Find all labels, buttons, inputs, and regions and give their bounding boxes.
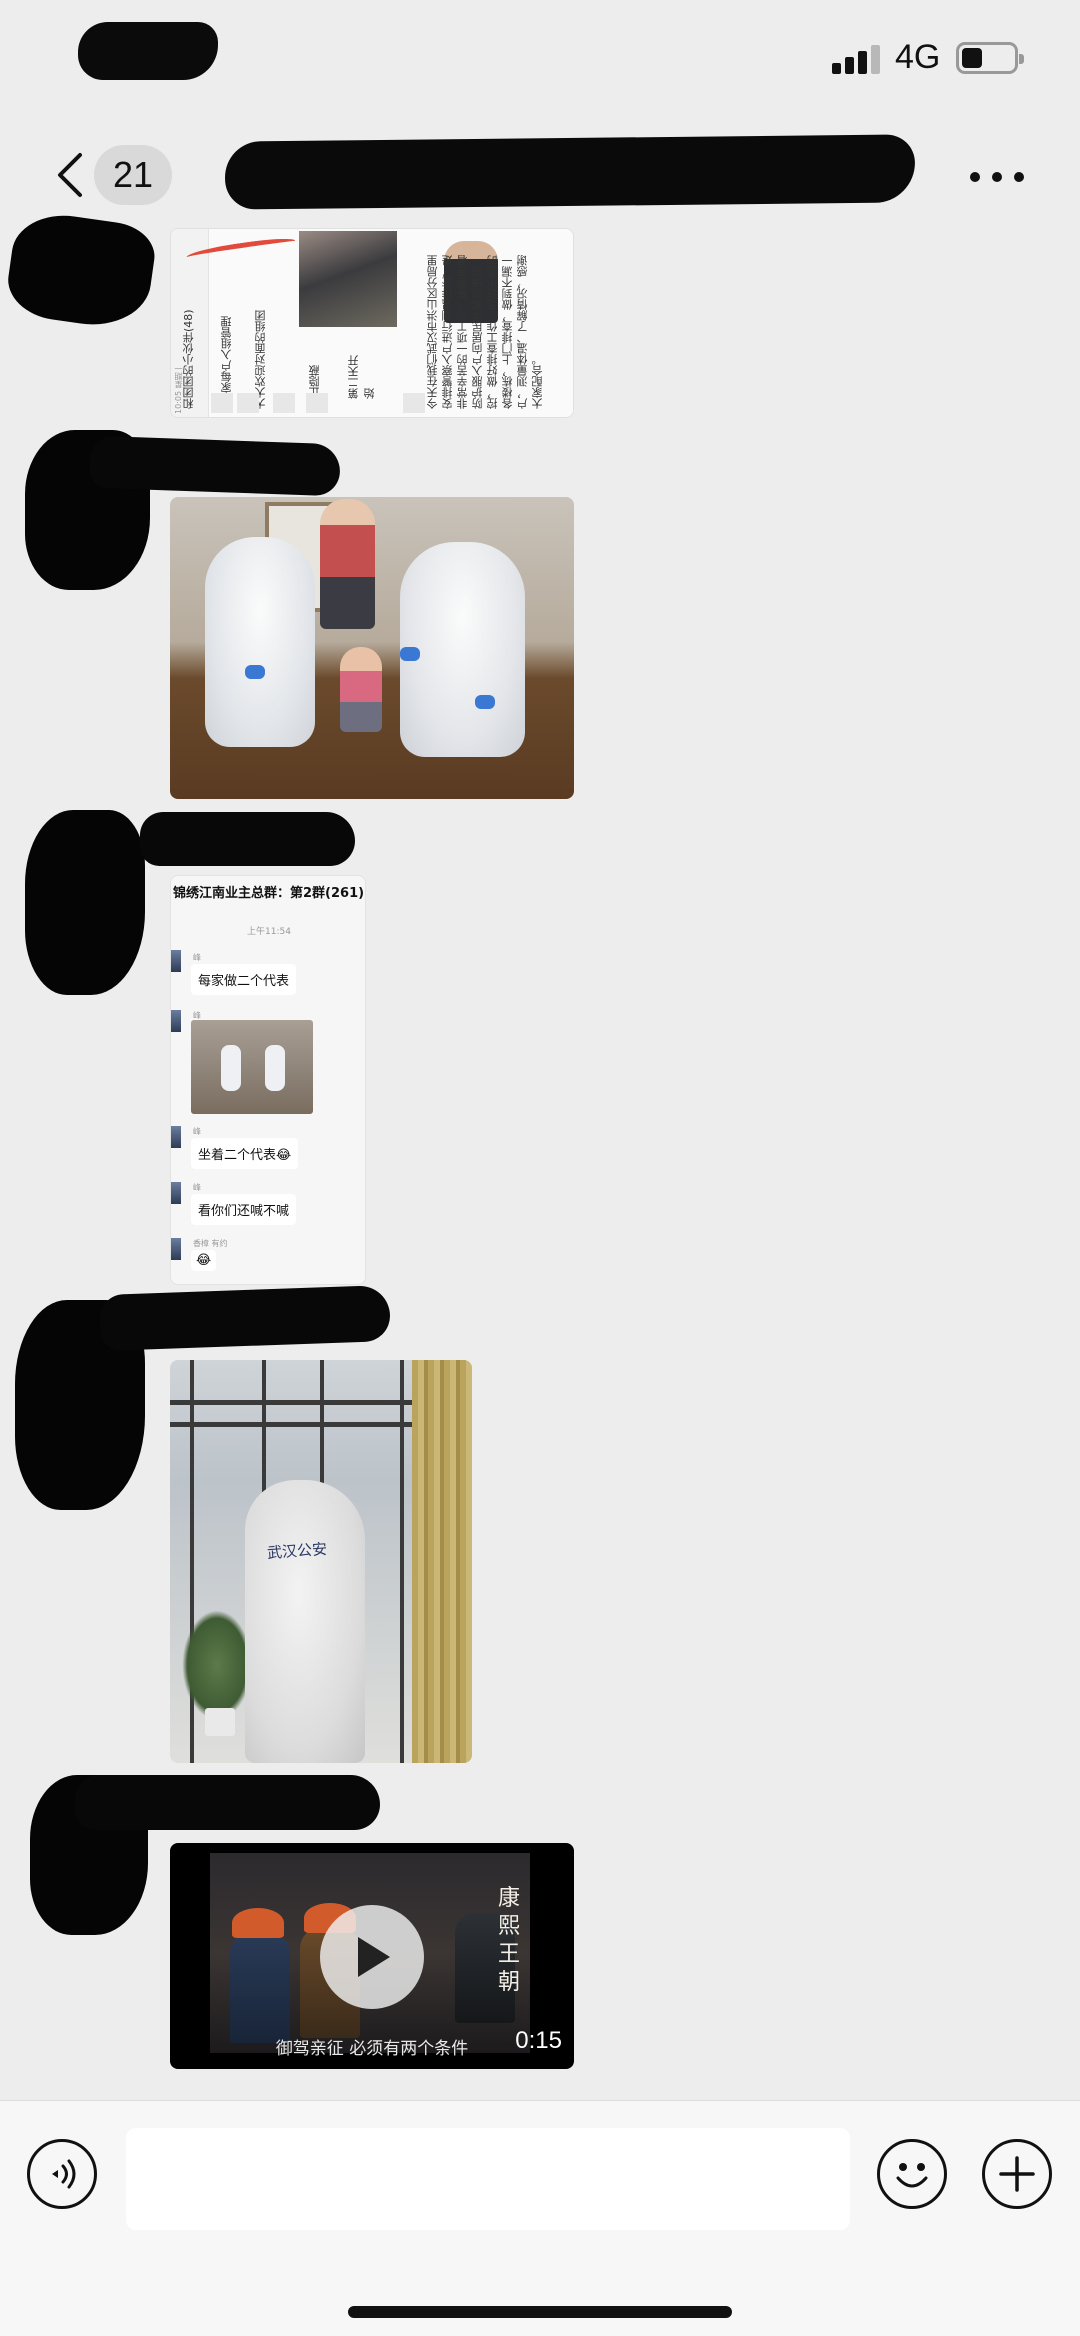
avatar[interactable] — [3, 208, 159, 333]
screenshot-thumb — [237, 393, 259, 413]
screenshot-line: 第二天开始 — [347, 355, 376, 399]
chat-header: 21 2 — [0, 120, 1080, 225]
emoji-icon[interactable] — [877, 2139, 947, 2209]
screenshot-sender: 峰 — [193, 953, 201, 962]
screenshot-bubble: 坐着二个代表😂 — [191, 1138, 299, 1169]
screenshot-article: 今天在我们武汉市洪山区分局里安排警察入户进行测温排查，是非常辛苦的一项工作，警察… — [426, 255, 544, 409]
screenshot-time: 10:05 星期一 — [174, 364, 183, 414]
screenshot-bubble: 😂 — [191, 1250, 217, 1271]
person-figure — [320, 499, 375, 629]
screenshot-avatar — [171, 1010, 181, 1032]
screenshot-avatar — [171, 1126, 181, 1148]
plus-icon[interactable] — [982, 2139, 1052, 2209]
sender-name-redacted — [75, 1775, 380, 1830]
child-figure — [340, 647, 382, 732]
screenshot-thumb — [211, 393, 233, 413]
signal-icon — [832, 44, 882, 74]
screenshot-bubble: 每家做二个代表 — [191, 964, 297, 995]
message-input[interactable] — [126, 2128, 850, 2230]
screenshot-thumb — [306, 393, 328, 413]
screenshot-photo — [299, 231, 498, 327]
screenshot-group-title: 锦绣江南业主总群：第2群(261) — [173, 886, 365, 901]
plant — [182, 1610, 252, 1720]
screenshot-time: 上午11:54 — [247, 927, 291, 937]
screenshot-sender: 峰 — [193, 1127, 201, 1136]
sender-name-redacted — [99, 1284, 391, 1352]
sender-name-redacted — [140, 812, 355, 866]
video-duration: 0:15 — [515, 2027, 562, 2054]
image-message[interactable]: 和团团的小伙伴(48) 10:05 星期一 每家每户入组管理 大大欢迎对面的组团… — [170, 228, 574, 418]
voice-icon[interactable] — [27, 2139, 97, 2209]
status-bar: 4G — [0, 0, 1080, 120]
status-time-redacted — [78, 22, 218, 80]
screenshot-avatar — [171, 1182, 181, 1204]
screenshot-photo — [191, 1020, 313, 1114]
unread-count-badge[interactable]: 21 — [94, 145, 172, 205]
input-bar — [0, 2100, 1080, 2336]
video-caption: 御驾亲征 必须有两个条件 — [275, 2039, 469, 2059]
image-message[interactable]: 武汉公安 — [170, 1360, 472, 1763]
plant-pot — [205, 1708, 235, 1736]
screenshot-avatar — [171, 950, 181, 972]
screenshot-sender: 香樟 有约 — [193, 1239, 228, 1248]
video-message[interactable]: 康熙王朝 御驾亲征 必须有两个条件 0:15 — [170, 1843, 574, 2069]
protective-suit-figure: 武汉公安 — [245, 1480, 365, 1763]
screenshot-bubble: 看你们还喊不喊 — [191, 1194, 297, 1225]
play-icon[interactable] — [320, 1905, 424, 2009]
protective-suit-figure — [205, 537, 315, 747]
sender-name-redacted — [89, 435, 341, 497]
battery-icon — [956, 42, 1024, 74]
screenshot-line: 每家每户入组管理 — [220, 316, 233, 404]
screenshot-sender: 峰 — [193, 1183, 201, 1192]
home-indicator[interactable] — [348, 2306, 732, 2318]
video-side-label: 康熙王朝 — [498, 1886, 521, 1995]
suit-label: 武汉公安 — [266, 1539, 328, 1563]
more-dots-icon[interactable] — [970, 170, 1026, 184]
screenshot-avatar — [171, 1238, 181, 1260]
screenshot-thumb — [403, 393, 425, 413]
chevron-left-icon[interactable] — [50, 150, 90, 200]
curtain — [412, 1360, 472, 1763]
avatar[interactable] — [25, 810, 145, 995]
chat-title-redacted — [224, 134, 916, 210]
carrier-label: 4G — [895, 38, 941, 76]
image-message[interactable]: 锦绣江南业主总群：第2群(261) 上午11:54 峰 每家做二个代表 峰 峰 … — [170, 875, 366, 1285]
screenshot-thumb — [273, 393, 295, 413]
image-message[interactable] — [170, 497, 574, 799]
